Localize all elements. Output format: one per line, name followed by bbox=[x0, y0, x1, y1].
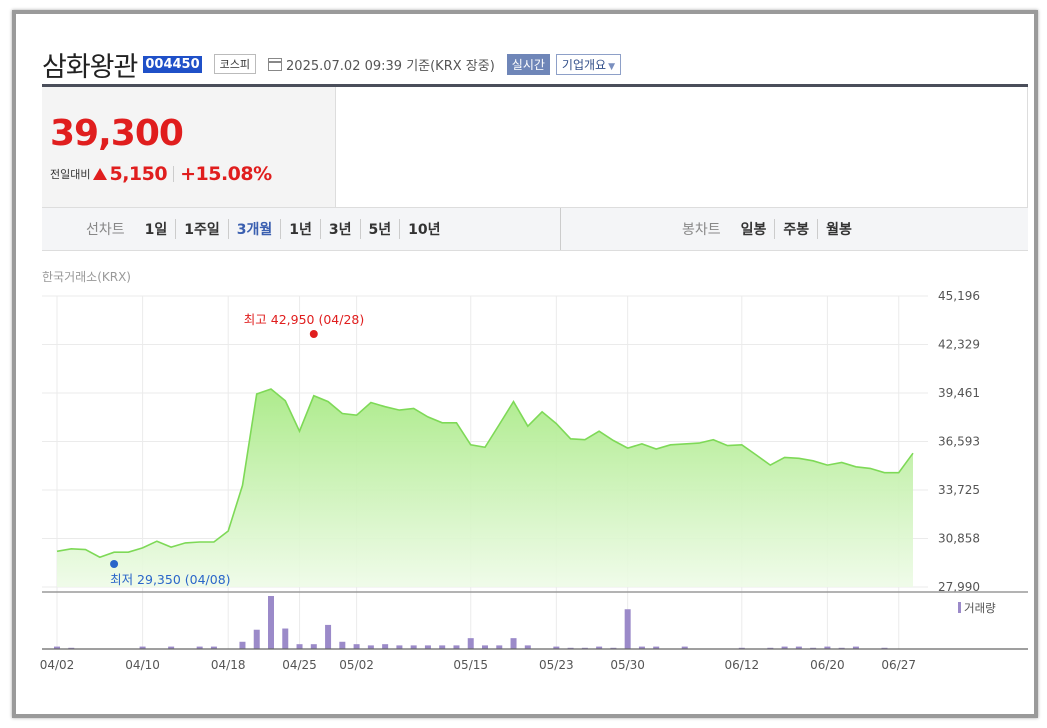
price-chart: 45,19642,32939,46136,59333,72530,85827,9… bbox=[40, 289, 1028, 672]
volume-bar bbox=[353, 644, 360, 649]
high-label: 최고 42,950 (04/28) bbox=[244, 312, 364, 327]
volume-bar bbox=[282, 628, 289, 649]
x-tick-label: 04/18 bbox=[211, 658, 246, 672]
x-tick-label: 05/23 bbox=[539, 658, 574, 672]
high-marker bbox=[309, 329, 318, 338]
x-tick-label: 04/10 bbox=[125, 658, 160, 672]
volume-bar bbox=[467, 638, 474, 649]
volume-bar bbox=[339, 641, 346, 649]
volume-bar bbox=[253, 629, 260, 649]
y-tick-label: 33,725 bbox=[938, 483, 980, 497]
x-tick-label: 04/02 bbox=[40, 658, 75, 672]
low-marker bbox=[110, 559, 119, 568]
price-area bbox=[57, 389, 913, 587]
volume-bar bbox=[296, 644, 303, 649]
y-tick-label: 36,593 bbox=[938, 435, 980, 449]
volume-bar bbox=[310, 644, 317, 649]
x-tick-label: 06/20 bbox=[810, 658, 845, 672]
y-tick-label: 42,329 bbox=[938, 337, 980, 351]
y-tick-label: 39,461 bbox=[938, 386, 980, 400]
volume-legend-label: 거래량 bbox=[964, 601, 996, 615]
volume-bar bbox=[325, 624, 332, 649]
x-tick-label: 06/12 bbox=[725, 658, 760, 672]
y-tick-label: 30,858 bbox=[938, 531, 980, 545]
volume-bar bbox=[624, 609, 631, 649]
y-tick-label: 45,196 bbox=[938, 289, 980, 303]
volume-bar bbox=[239, 641, 246, 649]
x-tick-label: 04/25 bbox=[282, 658, 317, 672]
volume-legend-swatch bbox=[958, 602, 961, 613]
volume-bar bbox=[382, 644, 389, 649]
x-tick-label: 05/15 bbox=[453, 658, 488, 672]
chart-window: 삼화왕관 004450 코스피 2025.07.02 09:39 기준(KRX … bbox=[12, 10, 1038, 718]
volume-bar bbox=[510, 638, 517, 649]
low-label: 최저 29,350 (04/08) bbox=[110, 572, 230, 587]
x-tick-label: 05/30 bbox=[610, 658, 645, 672]
x-tick-label: 06/27 bbox=[881, 658, 916, 672]
volume-bar bbox=[268, 596, 274, 649]
x-tick-label: 05/02 bbox=[339, 658, 374, 672]
